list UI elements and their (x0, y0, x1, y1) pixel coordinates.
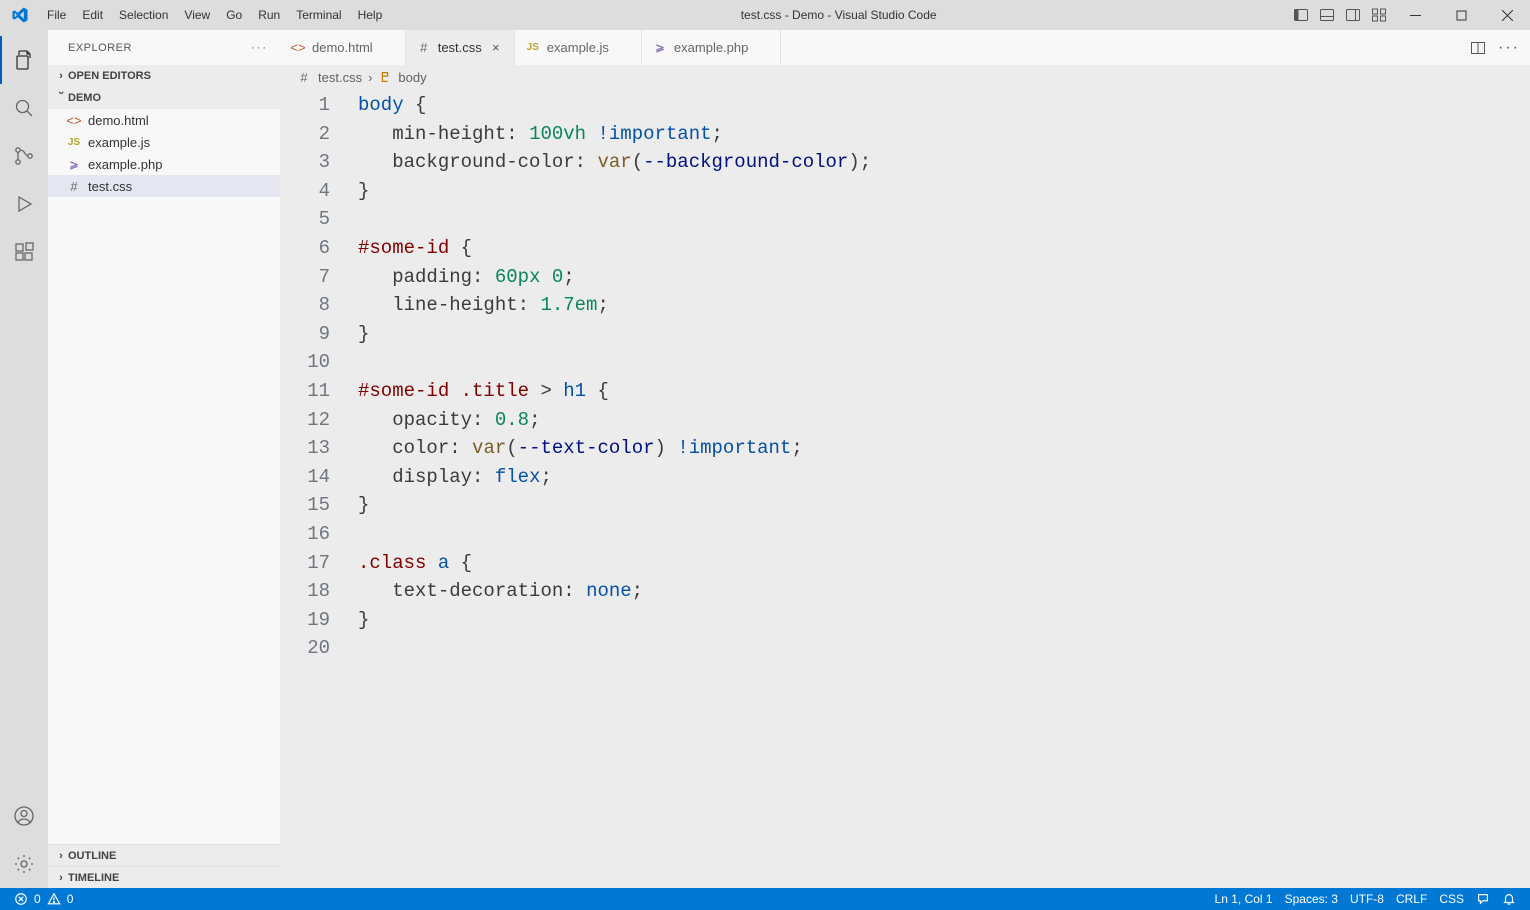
editor-tabs: <>demo.html×#test.css×JSexample.js×⩾exam… (280, 30, 1530, 65)
menu-bar: File Edit Selection View Go Run Terminal… (40, 8, 389, 22)
menu-selection[interactable]: Selection (112, 8, 175, 22)
timeline-section[interactable]: › TIMELINE (48, 866, 280, 888)
css-file-icon: # (66, 178, 82, 194)
chevron-down-icon: › (55, 91, 67, 105)
outline-section[interactable]: › OUTLINE (48, 844, 280, 866)
explorer-more-icon[interactable]: ··· (251, 42, 268, 54)
toggle-secondary-sidebar-icon[interactable] (1340, 0, 1366, 30)
html-file-icon: <> (290, 40, 306, 56)
tab-label: test.css (438, 40, 482, 55)
more-icon[interactable]: ··· (1498, 39, 1520, 57)
explorer-title: EXPLORER (68, 42, 132, 54)
activity-search-icon[interactable] (0, 84, 48, 132)
code-content[interactable]: body { min-height: 100vh !important; bac… (358, 89, 1530, 888)
status-indentation[interactable]: Spaces: 3 (1279, 892, 1344, 906)
activity-settings-icon[interactable] (0, 840, 48, 888)
file-name: test.css (88, 179, 132, 194)
php-file-icon: ⩾ (66, 156, 82, 172)
menu-file[interactable]: File (40, 8, 73, 22)
editor-tab[interactable]: # test.css × (406, 30, 515, 65)
js-file-icon: JS (525, 40, 541, 56)
menu-go[interactable]: Go (219, 8, 249, 22)
chevron-right-icon: › (54, 850, 68, 862)
window-title: test.css - Demo - Visual Studio Code (389, 8, 1288, 22)
explorer-sidebar: EXPLORER ··· › OPEN EDITORS › DEMO <> dem… (48, 30, 280, 888)
status-encoding[interactable]: UTF-8 (1344, 892, 1390, 906)
js-file-icon: JS (66, 134, 82, 150)
window-maximize-button[interactable] (1438, 0, 1484, 30)
status-feedback-icon[interactable] (1470, 892, 1496, 906)
status-eol[interactable]: CRLF (1390, 892, 1433, 906)
window-close-button[interactable] (1484, 0, 1530, 30)
css-file-icon: # (416, 40, 432, 56)
file-name: example.js (88, 135, 150, 150)
php-file-icon: ⩾ (652, 40, 668, 56)
activity-explorer-icon[interactable] (0, 36, 48, 84)
menu-view[interactable]: View (177, 8, 217, 22)
file-name: demo.html (88, 113, 149, 128)
activity-accounts-icon[interactable] (0, 792, 48, 840)
code-editor[interactable]: 1234567891011121314151617181920 body { m… (280, 89, 1530, 888)
chevron-right-icon: › (54, 70, 68, 82)
breadcrumb-file[interactable]: test.css (318, 70, 362, 85)
window-minimize-button[interactable] (1392, 0, 1438, 30)
toggle-panel-icon[interactable] (1314, 0, 1340, 30)
title-bar: File Edit Selection View Go Run Terminal… (0, 0, 1530, 30)
breadcrumb-symbol[interactable]: body (398, 70, 426, 85)
status-language[interactable]: CSS (1433, 892, 1470, 906)
status-line-col[interactable]: Ln 1, Col 1 (1209, 892, 1279, 906)
menu-help[interactable]: Help (351, 8, 390, 22)
error-icon (14, 892, 28, 906)
status-errors-count: 0 (34, 892, 41, 906)
html-file-icon: <> (66, 112, 82, 128)
file-tree-item[interactable]: ⩾ example.php (48, 153, 280, 175)
vscode-logo-icon (0, 6, 40, 24)
tab-label: demo.html (312, 40, 373, 55)
folder-section[interactable]: › DEMO (48, 87, 280, 109)
customize-layout-icon[interactable] (1366, 0, 1392, 30)
window-controls (1288, 0, 1530, 30)
gutter: 1234567891011121314151617181920 (280, 89, 358, 888)
tab-label: example.php (674, 40, 748, 55)
status-bell-icon[interactable] (1496, 892, 1522, 906)
editor-tab[interactable]: ⩾example.php× (642, 30, 781, 65)
activity-extensions-icon[interactable] (0, 228, 48, 276)
menu-run[interactable]: Run (251, 8, 287, 22)
file-tree: <> demo.html JS example.js ⩾ example.php # test… (48, 109, 280, 844)
chevron-right-icon: › (368, 70, 372, 85)
file-name: example.php (88, 157, 162, 172)
editor-actions: ··· (1460, 30, 1530, 65)
warning-icon (47, 892, 61, 906)
breadcrumbs[interactable]: # test.css › body (280, 65, 1530, 89)
status-bar: 0 0 Ln 1, Col 1 Spaces: 3 UTF-8 CRLF CSS (0, 888, 1530, 910)
toggle-primary-sidebar-icon[interactable] (1288, 0, 1314, 30)
editor-tab[interactable]: <>demo.html× (280, 30, 406, 65)
tab-label: example.js (547, 40, 609, 55)
activity-run-debug-icon[interactable] (0, 180, 48, 228)
open-editors-section[interactable]: › OPEN EDITORS (48, 65, 280, 87)
chevron-right-icon: › (54, 872, 68, 884)
status-problems[interactable]: 0 0 (8, 892, 79, 906)
activity-source-control-icon[interactable] (0, 132, 48, 180)
file-tree-item[interactable]: # test.css (48, 175, 280, 197)
menu-terminal[interactable]: Terminal (289, 8, 348, 22)
file-tree-item[interactable]: JS example.js (48, 131, 280, 153)
status-warnings-count: 0 (67, 892, 74, 906)
file-tree-item[interactable]: <> demo.html (48, 109, 280, 131)
activity-bar (0, 30, 48, 888)
css-file-icon: # (296, 69, 312, 85)
editor-group: <>demo.html×#test.css×JSexample.js×⩾exam… (280, 30, 1530, 888)
symbol-icon (378, 70, 392, 84)
split-editor-icon[interactable] (1470, 40, 1486, 56)
menu-edit[interactable]: Edit (75, 8, 110, 22)
close-icon[interactable]: × (488, 40, 504, 55)
editor-tab[interactable]: JSexample.js× (515, 30, 642, 65)
